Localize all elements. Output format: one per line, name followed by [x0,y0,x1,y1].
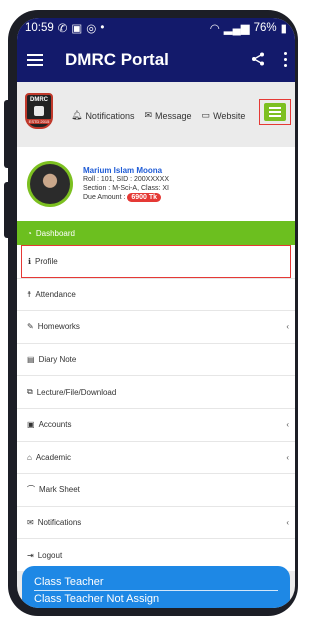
school-logo: DMRC ESTD 2015 [25,93,53,129]
website-link[interactable]: ▭ Website [202,110,246,121]
profile-card: Marium Islam Moona Roll : 101, SID : 200… [17,147,295,221]
menu-item-mark-sheet[interactable]: ⌒ Mark Sheet [17,473,295,506]
envelope-icon: ✉ [144,110,153,120]
bank-icon: ⌂ [27,452,32,462]
menu-item-academic[interactable]: ⌂ Academic ‹ [17,440,295,474]
class-teacher-value: Class Teacher Not Assign [34,593,160,605]
due-line: Due Amount : 6900 Tk [83,193,169,202]
chevron-left-icon: ‹ [286,452,289,462]
person-icon: ☨ [27,289,32,299]
menu-item-notifications[interactable]: ✉ Notifications ‹ [17,505,295,539]
envelope-icon: ✉ [27,518,34,528]
battery-percent: 76% [253,22,277,34]
menu-item-dashboard[interactable]: ◔ Dashboard [17,221,295,245]
share-icon[interactable] [251,52,265,66]
menu-item-attendance[interactable]: ☨ Attendance [17,277,295,311]
chevron-left-icon: ‹ [286,420,289,430]
menu-label: Accounts [38,420,72,430]
website-label: Website [213,110,246,121]
status-time: 10:59 [25,22,54,34]
logout-icon: ⇥ [27,550,34,560]
more-options-icon[interactable] [284,52,287,67]
chevron-left-icon: ‹ [286,518,289,528]
phone-screen: 10:59 ✆ ▣ ◎ • ◠ ▂▄▆ 76% ▮ DMRC Portal DM… [17,18,295,608]
menu-item-lecture[interactable]: ⧉ Lecture/File/Download [17,375,295,408]
class-teacher-card: Class Teacher Class Teacher Not Assign [22,566,290,608]
menu-item-homeworks[interactable]: ✎ Homeworks ‹ [17,310,295,343]
gallery-icon: ▣ [71,23,83,35]
side-menu: ◔ Dashboard ℹ Profile ☨ Attendance ✎ Hom… [17,221,295,571]
menu-item-accounts[interactable]: ▣ Accounts ‹ [17,407,295,441]
notifications-label: Notifications [85,110,135,121]
signal-icon: ▂▄▆ [223,23,250,35]
app-bar: DMRC Portal [17,38,295,82]
drawer-menu-icon[interactable] [27,54,43,66]
menu-label: Lecture/File/Download [36,387,117,397]
chevron-left-icon: ‹ [286,322,289,332]
student-name: Marium Islam Moona [83,166,163,175]
avatar [27,161,73,207]
dashboard-label: Dashboard [35,228,75,238]
book-icon: ▤ [27,355,35,365]
app-title: DMRC Portal [65,50,169,69]
graduation-icon: ⌒ [27,485,35,495]
menu-label: Notifications [37,518,82,528]
logo-text: DMRC [30,97,48,103]
menu-label: Logout [37,550,63,560]
wifi-icon: ◠ [209,23,220,35]
class-teacher-title: Class Teacher [34,576,104,588]
instagram-icon: ◎ [86,23,97,35]
dot-icon: • [100,22,105,34]
menu-toggle-button[interactable] [259,99,291,125]
menu-label: Mark Sheet [39,485,80,495]
messenger-icon: ✆ [57,23,68,35]
menu-item-diary-note[interactable]: ▤ Diary Note [17,342,295,376]
edit-icon: ✎ [27,322,34,332]
battery-icon: ▮ [280,23,287,35]
notifications-link[interactable]: 🔔︎ Notifications [71,110,134,121]
section-class-line: Section : M-Sci-A, Class: XI [83,185,169,192]
menu-label: Attendance [35,289,76,299]
bell-icon: 🔔︎ [71,110,83,120]
logo-estd: ESTD 2015 [27,119,51,124]
due-badge: 6900 Tk [127,193,162,202]
menu-item-profile[interactable]: ℹ Profile [21,245,291,278]
message-link[interactable]: ✉ Message [144,110,191,121]
message-label: Message [155,110,192,121]
top-navigation: DMRC ESTD 2015 🔔︎ Notifications ✉ Messag… [17,82,295,147]
roll-sid-line: Roll : 101, SID : 200XXXXX [83,176,170,183]
menu-label: Diary Note [38,355,77,365]
menu-label: Academic [35,452,71,462]
menu-label: Homeworks [37,322,80,332]
money-icon: ▣ [27,420,35,430]
menu-label: Profile [35,256,58,266]
clone-icon: ⧉ [27,387,33,397]
hamburger-icon [264,103,286,121]
info-icon: ℹ [28,256,32,266]
monitor-icon: ▭ [201,110,211,120]
status-bar: 10:59 ✆ ▣ ◎ • ◠ ▂▄▆ 76% ▮ [17,18,295,38]
dashboard-icon: ◔ [27,228,32,238]
